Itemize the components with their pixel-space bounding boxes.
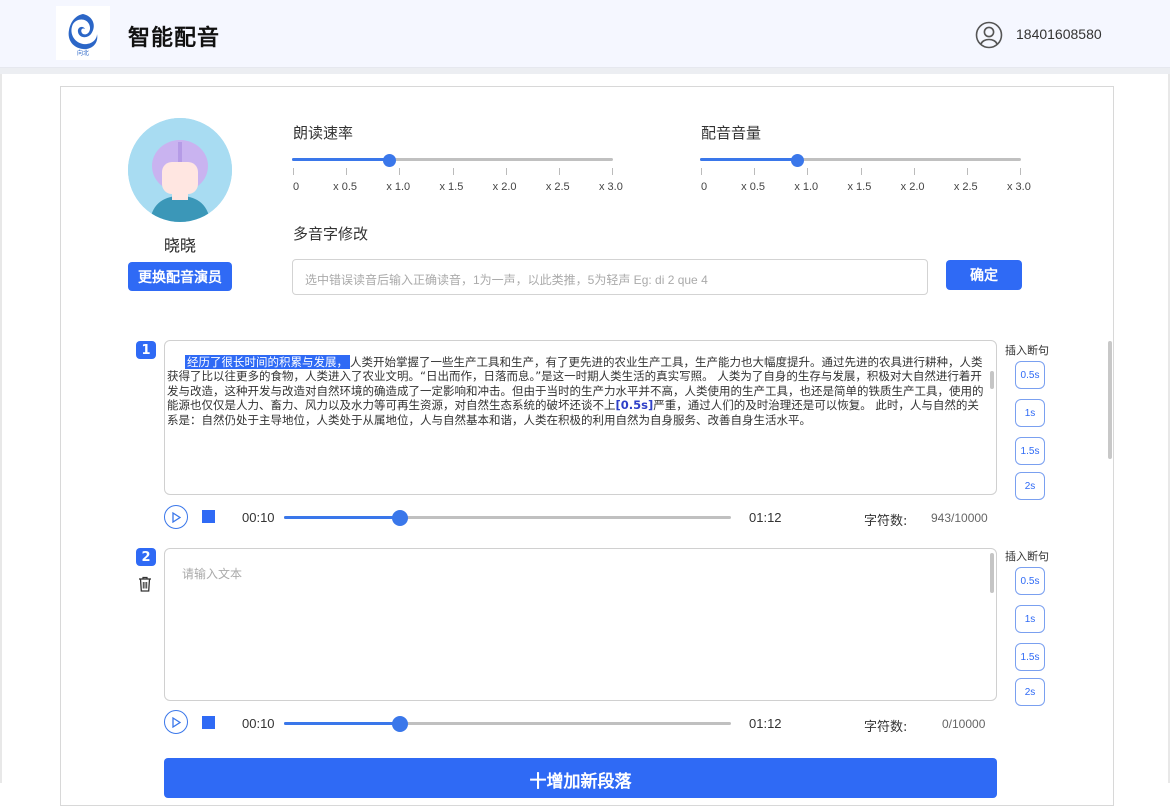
speed-slider-knob[interactable] (382, 154, 396, 167)
change-voice-actor-button[interactable]: 更换配音演员 (128, 262, 232, 291)
segment-2-count-label: 字符数: (864, 720, 908, 735)
speed-tick (558, 168, 560, 175)
segment-2-pause-0.5s-button[interactable]: 0.5s (1015, 567, 1045, 595)
volume-tick (754, 168, 756, 175)
page-scrollbar[interactable] (1108, 341, 1112, 459)
speed-label: 朗读速率 (293, 124, 354, 142)
play-icon (172, 716, 181, 728)
segment-1-text-scrollbar[interactable] (990, 371, 994, 389)
segment-1-progress-fill (284, 516, 401, 519)
volume-slider-fill (700, 158, 796, 161)
volume-tick (860, 168, 862, 175)
volume-tick-label: x 1.0 (794, 181, 819, 193)
segment-1-play-button[interactable] (164, 505, 188, 529)
segment-2-text-scrollbar[interactable] (990, 553, 994, 593)
volume-tick (913, 168, 915, 175)
polyphone-input[interactable]: 选中错误读音后输入正确读音，1为一声，以此类推，5为轻声 Eg: di 2 qu… (292, 259, 928, 295)
segment-1-pause-2s-button[interactable]: 2s (1015, 472, 1045, 500)
segment-1-pause-mark[interactable]: [0.5s] (616, 398, 654, 412)
segment-1-count-label: 字符数: (864, 514, 908, 529)
speed-tick (399, 168, 401, 175)
speed-tick-label: x 2.0 (492, 181, 517, 193)
segment-2-current-time: 00:10 (242, 716, 275, 731)
segment-1-pause-1.5s-button[interactable]: 1.5s (1015, 437, 1045, 465)
volume-tick-label: x 0.5 (741, 181, 766, 193)
speed-tick-label: x 1.5 (439, 181, 464, 193)
segment-1-selected-text[interactable]: 经历了很长时间的积累与发展， (185, 355, 350, 369)
segment-1-total-time: 01:12 (749, 510, 782, 525)
segment-2-pause-2s-button[interactable]: 2s (1015, 678, 1045, 706)
segment-1-text[interactable]: 经历了很长时间的积累与发展， 人类开始掌握了一些生产工具和生产，有了更先进的农业生… (165, 355, 987, 427)
speed-tick (346, 168, 348, 175)
play-icon (172, 511, 181, 523)
page-border-left (0, 74, 2, 783)
speed-tick-label: x 1.0 (386, 181, 411, 193)
volume-tick-label: x 3.0 (1007, 181, 1031, 193)
confirm-button[interactable]: 确定 (946, 260, 1022, 290)
segment-2-total-time: 01:12 (749, 716, 782, 731)
segment-1-count-value: 943/10000 (931, 511, 988, 525)
speed-tick-label: x 2.5 (545, 181, 570, 193)
swirl-logo-icon: 向北 (56, 6, 110, 60)
speed-tick (293, 168, 294, 175)
volume-tick (701, 168, 702, 175)
segment-2-stop-button[interactable] (202, 716, 215, 729)
volume-tick (1020, 168, 1021, 175)
speed-tick-label: x 0.5 (333, 181, 358, 193)
user-circle-icon[interactable] (975, 21, 1003, 49)
speed-tick-label: 0 (293, 181, 300, 193)
speed-tick (612, 168, 613, 175)
speed-tick-label: x 3.0 (599, 181, 623, 193)
speed-tick (452, 168, 454, 175)
volume-tick-label: 0 (701, 181, 708, 193)
volume-tick (966, 168, 968, 175)
segment-2-textarea[interactable]: 请输入文本 (164, 548, 997, 701)
segment-index-2: 2 (136, 548, 156, 566)
speed-tick (505, 168, 507, 175)
volume-tick-label: x 2.5 (953, 181, 978, 193)
add-segment-button[interactable]: 十增加新段落 (164, 758, 997, 798)
polyphone-label: 多音字修改 (293, 225, 369, 243)
segment-1-textarea[interactable]: 经历了很长时间的积累与发展， 人类开始掌握了一些生产工具和生产，有了更先进的农业生… (164, 340, 997, 495)
voice-actor-avatar (128, 118, 232, 222)
segment-2-play-button[interactable] (164, 710, 188, 734)
segment-1-stop-button[interactable] (202, 510, 215, 523)
segment-1-pause-1s-button[interactable]: 1s (1015, 399, 1045, 427)
volume-slider-knob[interactable] (790, 154, 804, 167)
segment-2-placeholder: 请输入文本 (182, 567, 243, 581)
app-title: 智能配音 (128, 26, 221, 51)
segment-1-pause-title: 插入断句 (1005, 344, 1049, 357)
segment-2-pause-title: 插入断句 (1005, 550, 1049, 563)
segment-1-pause-0.5s-button[interactable]: 0.5s (1015, 361, 1045, 389)
volume-label: 配音音量 (701, 124, 762, 142)
app-header: 向北 智能配音 18401608580 (0, 0, 1170, 68)
header-divider (0, 68, 1170, 74)
segment-2-pause-1.5s-button[interactable]: 1.5s (1015, 643, 1045, 671)
segment-1-current-time: 00:10 (242, 510, 275, 525)
segment-2-count-value: 0/10000 (942, 717, 986, 731)
segment-index-1: 1 (136, 341, 156, 359)
user-phone[interactable]: 18401608580 (1016, 26, 1102, 42)
volume-tick-label: x 2.0 (900, 181, 925, 193)
segment-2-pause-1s-button[interactable]: 1s (1015, 605, 1045, 633)
svg-text:向北: 向北 (77, 49, 89, 56)
volume-tick-label: x 1.5 (847, 181, 872, 193)
speed-slider-fill (292, 158, 388, 161)
segment-2-progress-fill (284, 722, 401, 725)
trash-icon[interactable] (138, 576, 152, 592)
voice-actor-name: 晓晓 (163, 236, 196, 255)
volume-tick (807, 168, 809, 175)
